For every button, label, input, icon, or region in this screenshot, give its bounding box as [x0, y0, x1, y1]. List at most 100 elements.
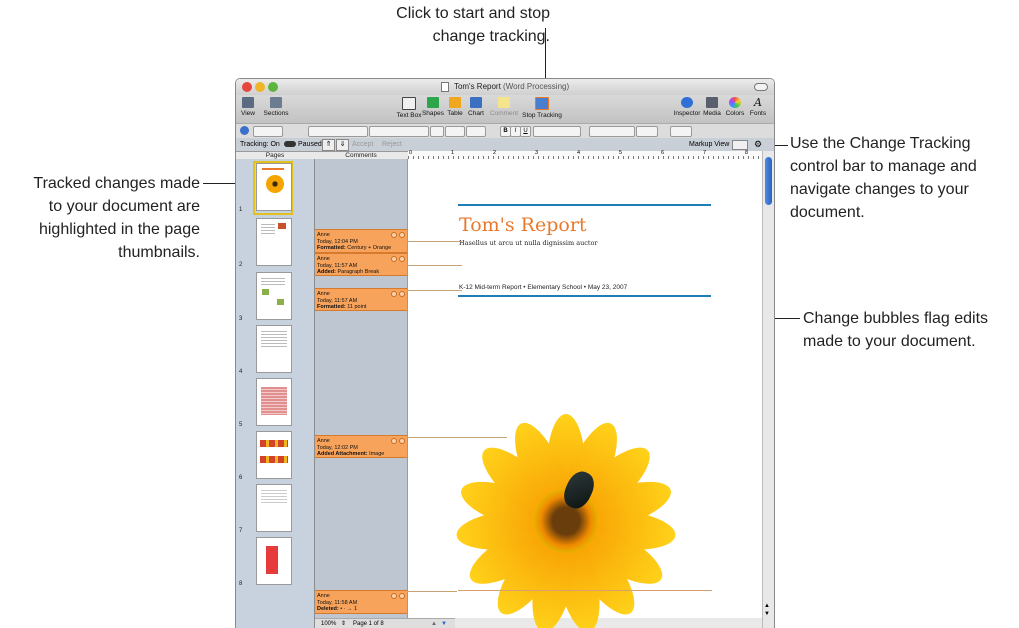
callout-change-bubbles: Change bubbles flag edits made to your d…: [803, 310, 989, 350]
deleted-text-marker: [458, 590, 712, 591]
comment-icon: [498, 97, 510, 108]
bubble-connector: [407, 591, 457, 592]
sections-button[interactable]: Sections: [256, 97, 296, 117]
page-thumbnail[interactable]: [256, 537, 292, 585]
comment-button[interactable]: Comment: [484, 97, 524, 117]
scroll-thumb[interactable]: [765, 157, 772, 205]
flower-image[interactable]: [408, 159, 762, 628]
styles-drawer-icon[interactable]: [240, 126, 249, 135]
next-change-button[interactable]: ⇓: [336, 139, 349, 151]
accept-change-icon[interactable]: [391, 438, 397, 444]
pause-tracking-toggle[interactable]: [284, 141, 296, 147]
accept-change-icon[interactable]: [391, 593, 397, 599]
markup-view-label: Markup View: [689, 141, 730, 148]
change-bubble[interactable]: Anne Today, 11:58 AM Deleted: • · → 1: [315, 590, 407, 614]
bubble-connector: [407, 241, 462, 242]
close-button[interactable]: [242, 82, 252, 92]
ruler-number: 6: [661, 150, 665, 156]
toolbar-toggle-button[interactable]: [754, 83, 768, 91]
page-number: 8: [239, 581, 243, 587]
zoom-button[interactable]: [268, 82, 278, 92]
change-bubble[interactable]: Anne Today, 11:57 AM Added: Paragraph Br…: [315, 253, 407, 276]
thumbnail-red-block: [266, 546, 278, 574]
ruler-number: 2: [493, 150, 497, 156]
thumbnail-text: [261, 490, 287, 504]
line-spacing-menu[interactable]: [589, 126, 635, 137]
reject-change-icon[interactable]: [399, 593, 405, 599]
comments-column-header: Comments: [345, 152, 377, 159]
thumbnail-image: [277, 299, 284, 305]
view-icon: [242, 97, 254, 108]
page-thumbnail[interactable]: [256, 163, 292, 211]
callout-change-tracking-button: Click to start and stop change tracking.: [396, 5, 550, 45]
reject-button[interactable]: Reject: [382, 138, 402, 151]
ruler-number: 8: [745, 150, 749, 156]
thumbnail-flower-image: [266, 175, 284, 193]
markup-view-menu[interactable]: [732, 140, 748, 150]
page-number: 1: [239, 207, 243, 213]
highlight-color-well[interactable]: [466, 126, 486, 137]
minimize-button[interactable]: [255, 82, 265, 92]
document-page[interactable]: Tom's Report Hasellus ut arcu ut nulla d…: [408, 159, 762, 628]
page-thumbnail[interactable]: [256, 378, 292, 426]
fonts-button[interactable]: A Fonts: [738, 97, 774, 117]
change-bubble[interactable]: Anne Today, 12:02 PM Added Attachment: I…: [315, 435, 407, 458]
page-number: 6: [239, 475, 243, 481]
accept-change-icon[interactable]: [391, 256, 397, 262]
page-thumbnail[interactable]: [256, 431, 292, 479]
thumbnail-tracked-text: [261, 387, 287, 415]
thumbnail-text: [261, 331, 287, 349]
window-subtitle: (Word Processing): [503, 82, 570, 91]
reject-change-icon[interactable]: [399, 291, 405, 297]
font-family-menu[interactable]: [308, 126, 368, 137]
reject-change-icon[interactable]: [399, 256, 405, 262]
ruler-number: 1: [451, 150, 455, 156]
tracking-status: Tracking: On: [240, 141, 280, 148]
page-number: 3: [239, 316, 243, 322]
callout-control-bar: Use the Change Tracking control bar to m…: [790, 135, 977, 221]
title-bar: Tom's Report (Word Processing): [236, 79, 774, 95]
font-size-menu[interactable]: [430, 126, 444, 137]
page-thumbnail[interactable]: [256, 484, 292, 532]
toolbar: View Sections Text Box Shapes Table Char…: [236, 95, 774, 123]
gear-icon[interactable]: ⚙: [754, 138, 762, 151]
alignment-buttons[interactable]: [533, 126, 581, 137]
previous-change-button[interactable]: ⇑: [322, 139, 335, 151]
ruler-number: 5: [619, 150, 623, 156]
change-bubbles-pane: Anne Today, 12:04 PM Formatted: Century …: [315, 159, 408, 628]
columns-menu[interactable]: [636, 126, 658, 137]
window-title: Tom's Report: [453, 82, 501, 91]
list-style-menu[interactable]: [670, 126, 692, 137]
accept-change-icon[interactable]: [391, 291, 397, 297]
callout-page-thumbnails: Tracked changes made to your document ar…: [33, 175, 200, 261]
ruler-number: 4: [577, 150, 581, 156]
format-bar: B I U: [236, 123, 774, 139]
page-thumbnails-pane: 1 2 3 4 5 6 7 8: [236, 159, 315, 628]
thumbnail-text: [261, 278, 285, 285]
reject-change-icon[interactable]: [399, 438, 405, 444]
page-thumbnail[interactable]: [256, 272, 292, 320]
page-thumbnail[interactable]: [256, 218, 292, 266]
stop-tracking-button[interactable]: Stop Tracking: [522, 97, 562, 119]
underline-button[interactable]: U: [520, 126, 531, 137]
page-thumbnail[interactable]: [256, 325, 292, 373]
page-number: 7: [239, 528, 243, 534]
accept-button[interactable]: Accept: [352, 138, 373, 151]
pages-window: Tom's Report (Word Processing) View Sect…: [235, 78, 775, 628]
reject-change-icon[interactable]: [399, 232, 405, 238]
paragraph-style-menu[interactable]: [253, 126, 283, 137]
change-bubble[interactable]: Anne Today, 12:04 PM Formatted: Century …: [315, 229, 407, 253]
thumbnail-image-row: [260, 440, 288, 447]
document-icon: [440, 81, 449, 92]
sections-icon: [270, 97, 282, 108]
ruler-number: 3: [535, 150, 539, 156]
change-bubble[interactable]: Anne Today, 11:57 AM Formatted: 11 point: [315, 288, 407, 311]
paused-label: Paused: [298, 141, 322, 148]
pages-column-header: Pages: [265, 152, 285, 159]
scroll-down-arrow[interactable]: ▼: [764, 611, 770, 617]
vertical-scrollbar[interactable]: ▲ ▼: [762, 151, 774, 628]
scroll-up-arrow[interactable]: ▲: [764, 603, 770, 609]
accept-change-icon[interactable]: [391, 232, 397, 238]
text-color-well[interactable]: [445, 126, 465, 137]
font-typeface-menu[interactable]: [369, 126, 429, 137]
